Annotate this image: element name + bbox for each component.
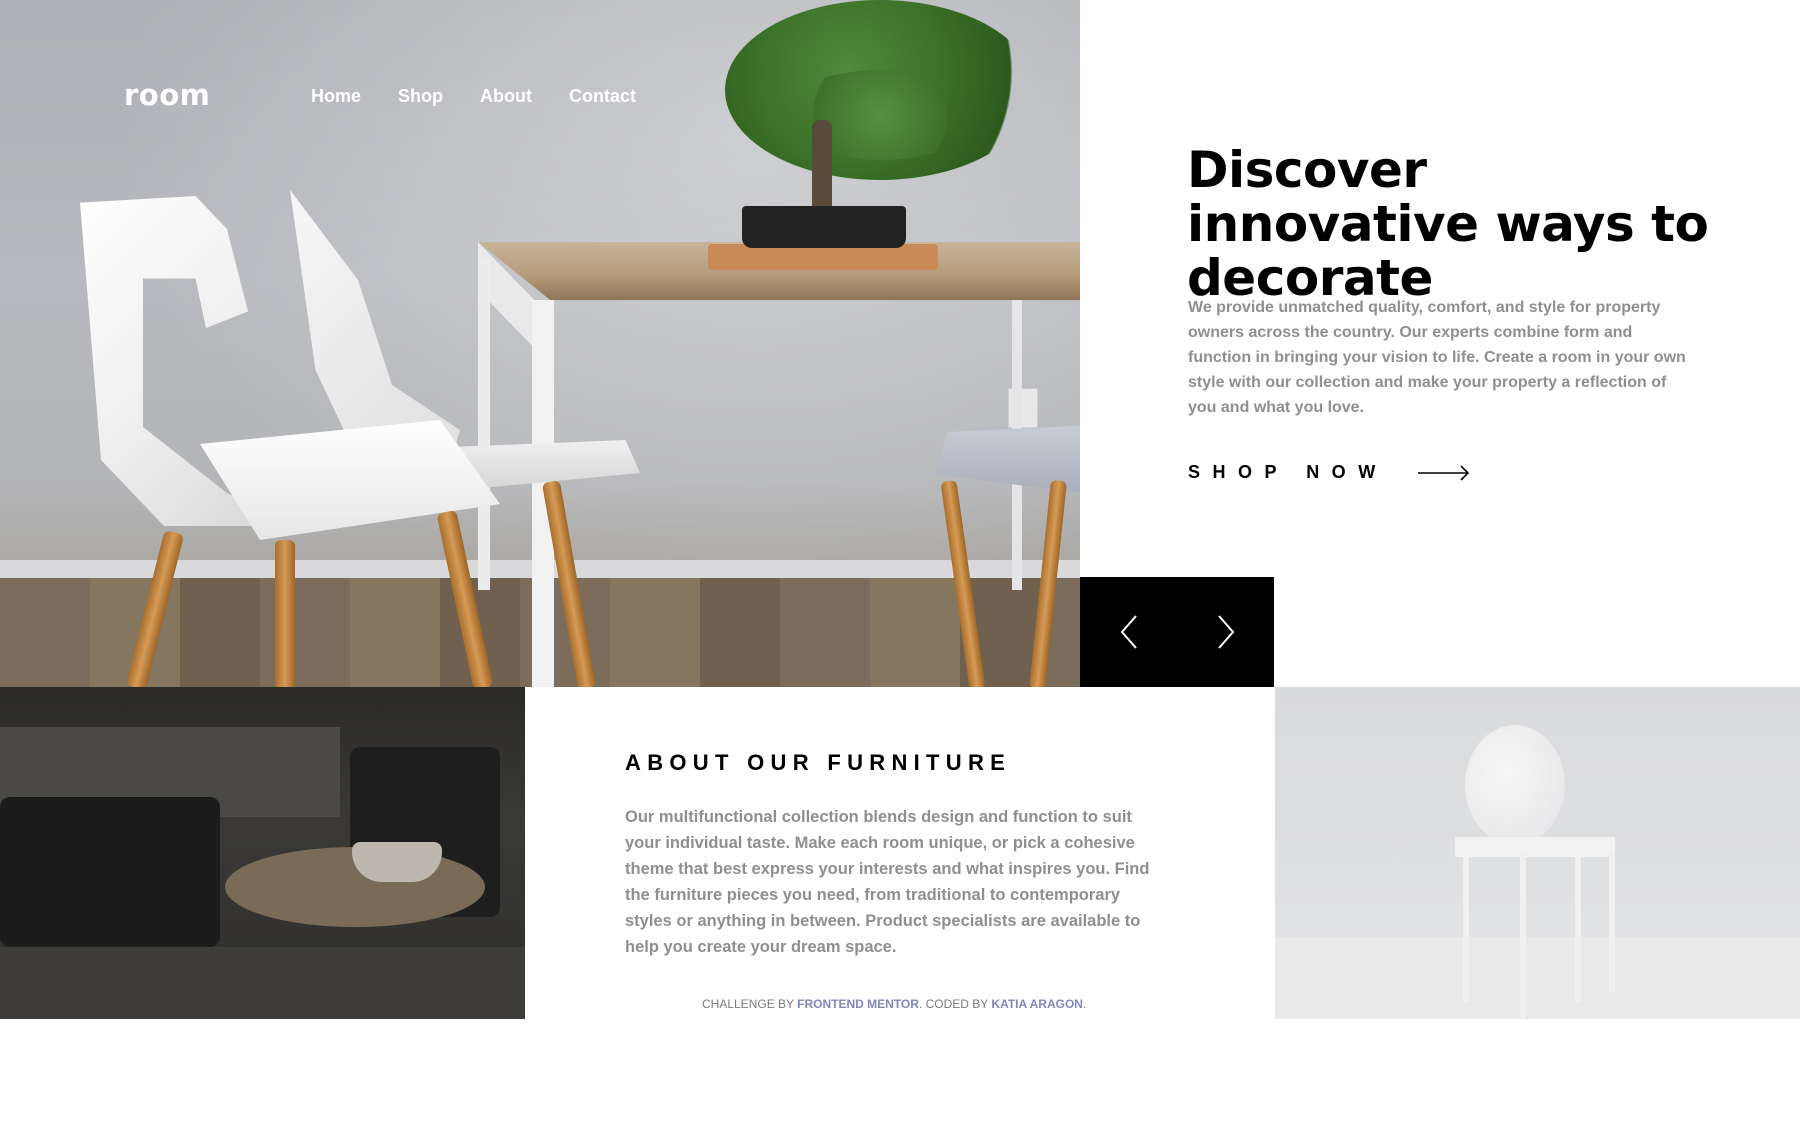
chair-leg <box>1575 852 1581 1002</box>
shop-now-button[interactable]: SHOP NOW <box>1188 462 1470 483</box>
hero-title: Discover innovative ways to decorate <box>1187 141 1709 307</box>
floor <box>1275 937 1800 1019</box>
chair-seat <box>1455 837 1615 857</box>
bonsai-trunk <box>812 120 832 212</box>
bonsai-pot <box>742 206 906 248</box>
shop-now-label: SHOP NOW <box>1188 462 1388 482</box>
attribution-suffix: . <box>1082 997 1087 1011</box>
about-text: Our multifunctional collection blends de… <box>625 808 1150 956</box>
chair-leg <box>1520 852 1526 1019</box>
attribution-middle: . CODED BY <box>918 997 992 1011</box>
armchair <box>0 797 220 947</box>
nav-home[interactable]: Home <box>311 86 361 107</box>
attribution-text: CHALLENGE BY FRONTEND MENTOR. CODED BY K… <box>702 997 1102 1011</box>
table-leg <box>478 260 490 590</box>
chair-leg <box>275 540 295 687</box>
about-title: ABOUT OUR FURNITURE <box>625 750 1012 775</box>
slider-controls <box>1080 577 1274 687</box>
chevron-left-icon <box>1120 615 1137 649</box>
slider-next-button[interactable] <box>1177 577 1274 687</box>
slider-prev-button[interactable] <box>1080 577 1177 687</box>
chair-leg <box>1609 852 1615 992</box>
floor <box>0 947 525 1019</box>
frontend-mentor-link[interactable]: FRONTEND MENTOR <box>797 997 919 1011</box>
about-image-light <box>1275 687 1800 1019</box>
bonsai-foliage <box>780 70 980 160</box>
nav-shop[interactable]: Shop <box>398 86 443 107</box>
about-image-dark <box>0 687 525 1019</box>
chair-back <box>1465 725 1565 845</box>
nav-contact[interactable]: Contact <box>569 86 636 107</box>
logo[interactable]: room <box>124 78 210 112</box>
author-link[interactable]: KATIA ARAGON <box>991 997 1083 1011</box>
chair-leg <box>1463 852 1469 1002</box>
main-nav: Home Shop About Contact <box>311 86 673 107</box>
arrow-right-icon <box>1417 464 1470 481</box>
hero-description: We provide unmatched quality, comfort, a… <box>1188 299 1686 416</box>
chevron-right-icon <box>1217 615 1234 649</box>
nav-about[interactable]: About <box>480 86 532 107</box>
attribution-prefix: CHALLENGE BY <box>702 997 798 1011</box>
bowl <box>352 842 442 882</box>
